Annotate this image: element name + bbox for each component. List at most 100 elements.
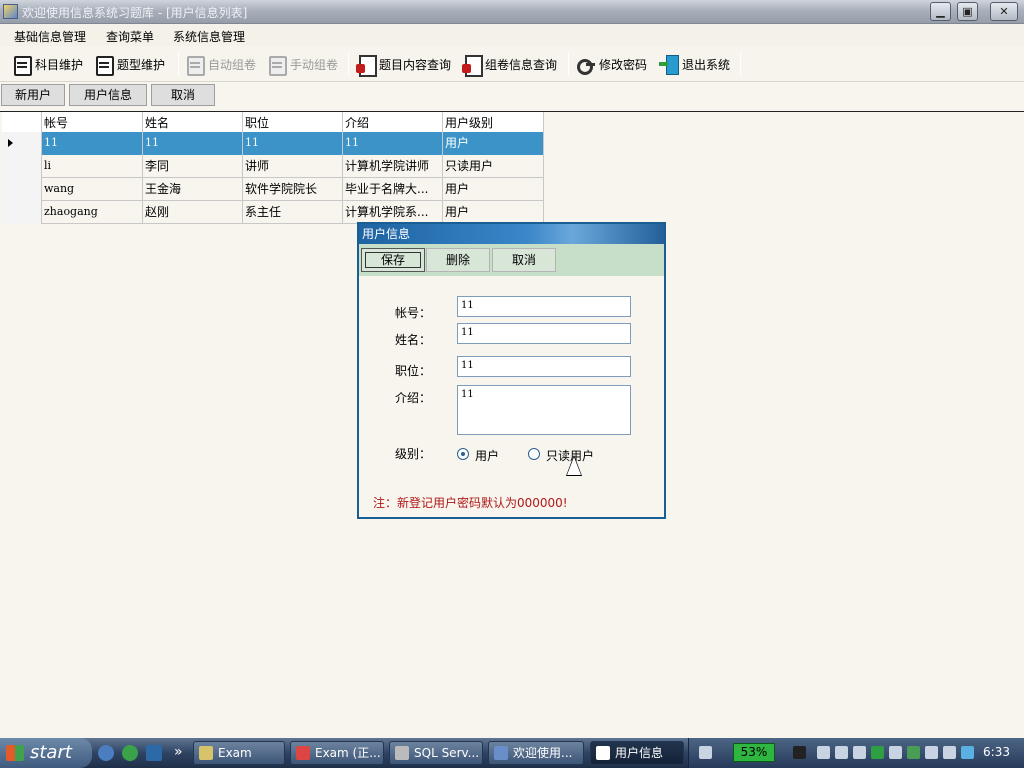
wireless-icon[interactable]	[925, 746, 938, 759]
subject-maintenance-button[interactable]: 科目维护	[12, 52, 83, 76]
cell-position[interactable]: 系主任	[243, 201, 343, 224]
paper-info-query-label: 组卷信息查询	[485, 57, 558, 72]
delete-button[interactable]: 删除	[426, 248, 490, 272]
back-arrow-icon[interactable]	[817, 746, 830, 759]
row-selector[interactable]	[2, 178, 42, 201]
cell-account[interactable]: 11	[42, 132, 143, 155]
cell-account[interactable]: li	[42, 155, 143, 178]
shield-icon[interactable]	[871, 746, 884, 759]
window-titlebar: 欢迎使用信息系统习题库 - [用户信息列表] ▁ ▣ ✕	[0, 0, 1024, 24]
task-label: Exam	[218, 746, 252, 760]
menu-basic-info[interactable]: 基础信息管理	[14, 28, 86, 45]
task-exam-app[interactable]: Exam (正...	[290, 741, 384, 765]
cell-level[interactable]: 用户	[443, 201, 544, 224]
cell-intro[interactable]: 11	[343, 132, 443, 155]
ie-icon[interactable]	[98, 745, 114, 761]
battery-indicator[interactable]: 53%	[733, 743, 775, 762]
network-icon[interactable]	[889, 746, 902, 759]
change-password-button[interactable]: 修改密码	[576, 52, 647, 76]
cell-name[interactable]: 11	[143, 132, 243, 155]
cell-name[interactable]: 李同	[143, 155, 243, 178]
refresh-icon[interactable]	[122, 745, 138, 761]
cell-name[interactable]: 赵刚	[143, 201, 243, 224]
cell-intro[interactable]: 毕业于名牌大...	[343, 178, 443, 201]
app-icon	[3, 4, 18, 19]
cell-position[interactable]: 讲师	[243, 155, 343, 178]
taskbar: start » Exam Exam (正... SQL Serv... 欢迎使用…	[0, 738, 1024, 768]
cell-position[interactable]: 11	[243, 132, 343, 155]
current-row-arrow-icon	[8, 139, 13, 147]
cell-level[interactable]: 用户	[443, 132, 544, 155]
maximize-button[interactable]: ▣	[957, 2, 978, 21]
subject-maintenance-label: 科目维护	[35, 57, 84, 72]
level-readonly-radio[interactable]	[528, 448, 540, 460]
row-selector[interactable]	[2, 201, 42, 224]
cell-account[interactable]: zhaogang	[42, 201, 143, 224]
task-user-info[interactable]: 用户信息	[590, 741, 684, 765]
exit-system-button[interactable]: 退出系统	[659, 52, 730, 76]
user-info-dialog: 用户信息 保存 删除 取消 帐号： 11 姓名： 11 职位： 11 介绍： 1…	[357, 222, 666, 519]
security-icon[interactable]	[907, 746, 920, 759]
task-sql-server[interactable]: SQL Serv...	[389, 741, 483, 765]
row-selector[interactable]	[2, 132, 42, 155]
account-field[interactable]: 11	[457, 296, 631, 317]
printer-icon	[185, 54, 205, 76]
cloud-icon[interactable]	[853, 746, 866, 759]
printer-icon	[94, 54, 114, 76]
table-row[interactable]: zhaogang 赵刚 系主任 计算机学院系... 用户	[2, 201, 544, 224]
position-field[interactable]: 11	[457, 356, 631, 377]
question-content-query-label: 题目内容查询	[379, 57, 452, 72]
level-user-label[interactable]: 用户	[475, 447, 499, 464]
quicklaunch-overflow-icon[interactable]: »	[174, 744, 183, 760]
table-row[interactable]: 11 11 11 11 用户	[2, 132, 544, 155]
name-field[interactable]: 11	[457, 323, 631, 344]
user-info-button[interactable]: 用户信息	[69, 84, 147, 106]
new-user-button[interactable]: 新用户	[1, 84, 65, 106]
task-welcome[interactable]: 欢迎使用...	[488, 741, 584, 765]
windows-flag-icon	[6, 745, 24, 761]
question-type-maintenance-button[interactable]: 题型维护	[94, 52, 165, 76]
exit-system-label: 退出系统	[682, 57, 731, 72]
start-button[interactable]: start	[0, 738, 92, 768]
table-row[interactable]: li 李同 讲师 计算机学院讲师 只读用户	[2, 155, 544, 178]
close-button[interactable]: ✕	[990, 2, 1018, 21]
cancel-button[interactable]: 取消	[151, 84, 215, 106]
cell-level[interactable]: 只读用户	[443, 155, 544, 178]
cell-intro[interactable]: 计算机学院系...	[343, 201, 443, 224]
minimize-button[interactable]: ▁	[930, 2, 951, 21]
auto-compose-button[interactable]: 自动组卷	[185, 52, 256, 76]
key-icon	[576, 54, 596, 75]
cell-level[interactable]: 用户	[443, 178, 544, 201]
row-selector[interactable]	[2, 155, 42, 178]
cell-position[interactable]: 软件学院院长	[243, 178, 343, 201]
question-content-query-button[interactable]: 题目内容查询	[356, 52, 452, 77]
task-label: SQL Serv...	[414, 746, 480, 760]
volume-icon[interactable]	[943, 746, 956, 759]
menu-system-info[interactable]: 系统信息管理	[173, 28, 245, 45]
paper-info-query-button[interactable]: 组卷信息查询	[462, 52, 558, 77]
cell-name[interactable]: 王金海	[143, 178, 243, 201]
manual-compose-button[interactable]: 手动组卷	[267, 52, 338, 76]
level-user-radio[interactable]	[457, 448, 469, 460]
printer-tray-icon[interactable]	[835, 746, 848, 759]
app-icon	[296, 746, 310, 760]
save-button[interactable]: 保存	[361, 248, 425, 272]
default-password-note: 注：新登记用户密码默认为000000!	[373, 496, 568, 510]
sql-server-icon	[395, 746, 409, 760]
window-icon	[596, 746, 610, 760]
cell-account[interactable]: wang	[42, 178, 143, 201]
power-plug-icon[interactable]	[793, 746, 806, 759]
manual-compose-label: 手动组卷	[290, 57, 339, 72]
auto-compose-label: 自动组卷	[208, 57, 257, 72]
dialog-cancel-button[interactable]: 取消	[492, 248, 556, 272]
clock[interactable]: 6:33	[983, 745, 1010, 759]
cell-intro[interactable]: 计算机学院讲师	[343, 155, 443, 178]
device-icon[interactable]	[961, 746, 974, 759]
intro-textarea[interactable]: 11	[457, 385, 631, 435]
keyboard-icon[interactable]	[699, 746, 712, 759]
dialog-title[interactable]: 用户信息	[359, 224, 664, 244]
app-quicklaunch-icon[interactable]	[146, 745, 162, 761]
menu-query[interactable]: 查询菜单	[106, 28, 154, 45]
task-exam-folder[interactable]: Exam	[193, 741, 285, 765]
table-row[interactable]: wang 王金海 软件学院院长 毕业于名牌大... 用户	[2, 178, 544, 201]
